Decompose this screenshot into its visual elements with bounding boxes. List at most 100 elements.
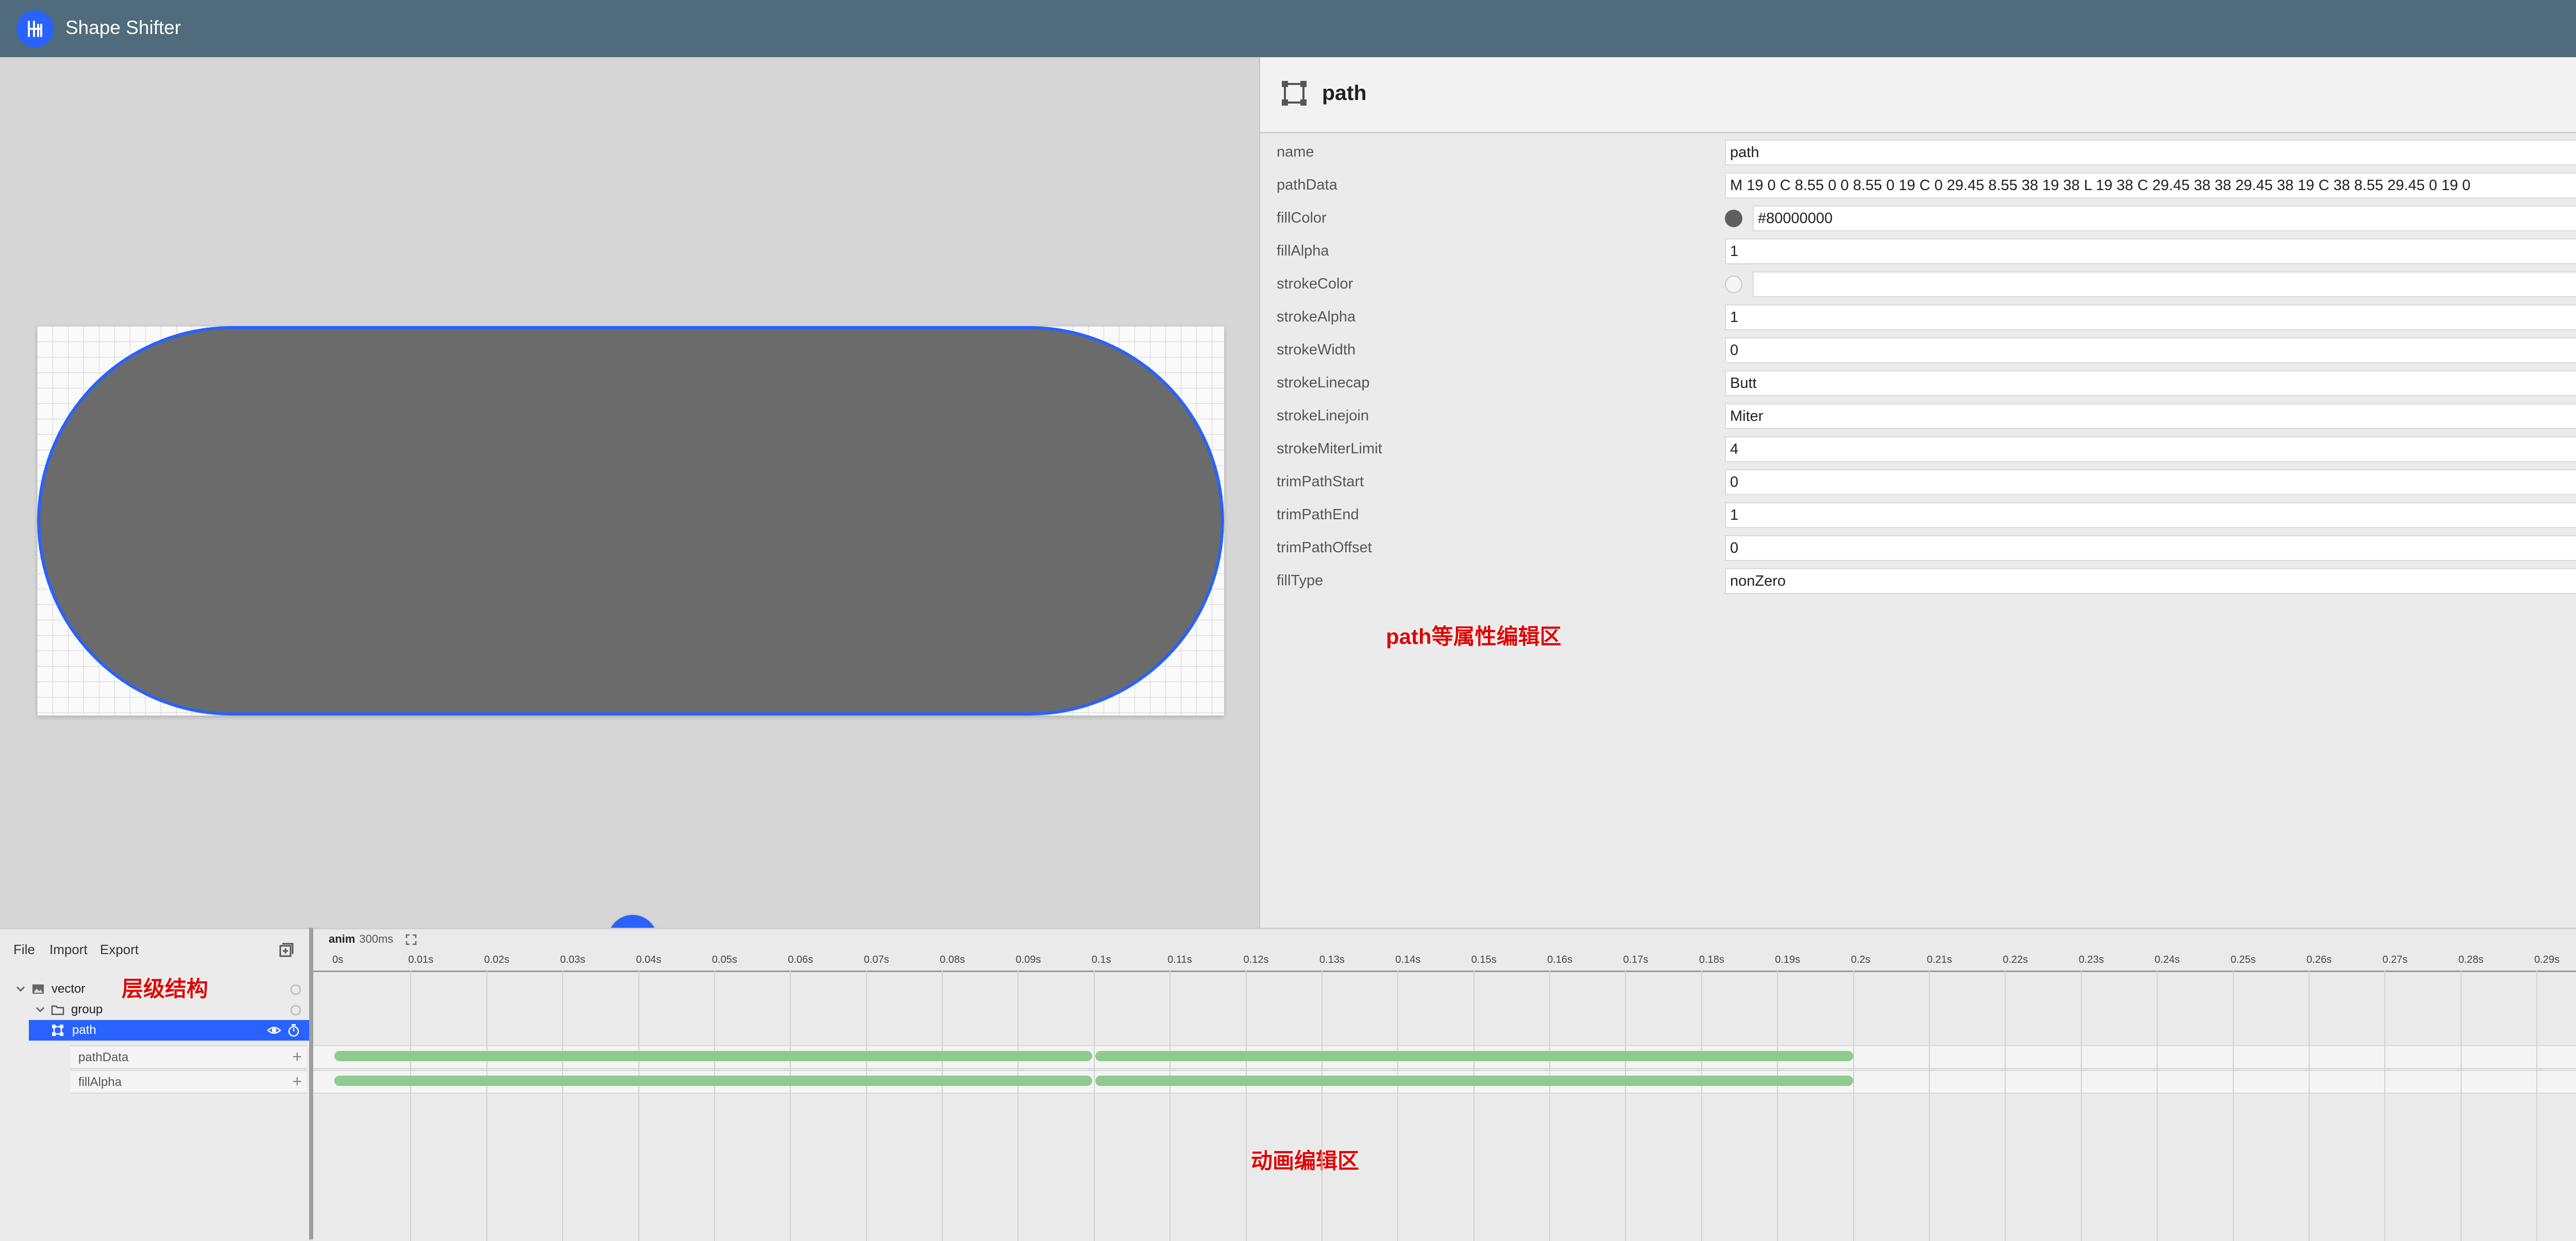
property-input[interactable]: M 19 0 C 8.55 0 0 8.55 0 19 C 0 29.45 8.… bbox=[1725, 173, 2576, 198]
canvas-area bbox=[0, 57, 1259, 964]
path-icon bbox=[1279, 78, 1310, 109]
add-keyframe-icon[interactable]: + bbox=[292, 1072, 302, 1091]
animated-property-fillalpha[interactable]: fillAlpha + bbox=[70, 1070, 307, 1094]
export-menu[interactable]: Export bbox=[100, 942, 139, 958]
fullscreen-icon[interactable] bbox=[405, 933, 417, 946]
property-input[interactable]: 1 bbox=[1725, 502, 2576, 528]
tick-label: 0.22s bbox=[2003, 954, 2028, 965]
grid-line bbox=[1093, 971, 1095, 1241]
import-menu[interactable]: Import bbox=[49, 942, 88, 958]
path-shape[interactable] bbox=[37, 326, 1224, 716]
add-keyframe-icon[interactable]: + bbox=[292, 1047, 302, 1066]
grid-line bbox=[1473, 971, 1475, 1241]
property-input[interactable]: 0 bbox=[1725, 469, 2576, 495]
property-select[interactable]: Miter bbox=[1725, 403, 2576, 429]
grid-line bbox=[1853, 971, 1854, 1241]
animation-annotation: 动画编辑区 bbox=[1251, 1149, 1360, 1173]
property-value: 1 bbox=[1730, 309, 1739, 326]
animation-duration: 300ms bbox=[359, 932, 394, 945]
animated-property-pathdata[interactable]: pathData + bbox=[70, 1045, 307, 1069]
animation-block[interactable] bbox=[1095, 1051, 1853, 1061]
property-value: 1 bbox=[1730, 243, 1739, 260]
grid-line bbox=[1397, 971, 1399, 1241]
layers-annotation: 层级结构 bbox=[122, 977, 209, 1001]
property-row-trimpathstart: trimPathStart 0 bbox=[1260, 466, 2576, 499]
add-layer-icon[interactable] bbox=[278, 942, 296, 959]
shape-shifter-logo-icon[interactable] bbox=[16, 10, 54, 47]
property-input[interactable]: 0 bbox=[1725, 535, 2576, 561]
tick-label: 0.08s bbox=[940, 954, 965, 965]
animated-property-label: pathData bbox=[78, 1050, 129, 1064]
property-row-fillcolor: fillColor #80000000 bbox=[1260, 202, 2576, 235]
property-input[interactable]: path bbox=[1725, 140, 2576, 165]
time-ruler[interactable]: 0s 0.01s 0.02s 0.03s 0.04s 0.05s 0.06s 0.07s 0.0… bbox=[313, 950, 2576, 972]
grid-line bbox=[1321, 971, 1323, 1241]
property-row-strokelinejoin: strokeLinejoin Miter bbox=[1260, 400, 2576, 433]
grid-line bbox=[1928, 971, 1930, 1241]
app-toolbar: Shape Shifter bbox=[0, 0, 2576, 57]
layer-row-path[interactable]: path bbox=[29, 1020, 309, 1041]
property-row-pathdata: pathData M 19 0 C 8.55 0 0 8.55 0 19 C 0 … bbox=[1260, 169, 2576, 202]
grid-line bbox=[1170, 971, 1171, 1241]
grid-line bbox=[1625, 971, 1626, 1241]
grid-line bbox=[2080, 971, 2082, 1241]
layer-label-group: group bbox=[71, 1002, 103, 1016]
property-select[interactable]: nonZero bbox=[1725, 568, 2576, 594]
timer-icon[interactable] bbox=[286, 1023, 301, 1038]
tick-label: 0.13s bbox=[1319, 954, 1345, 965]
properties-annotation: path等属性编辑区 bbox=[1386, 624, 1562, 649]
grid-line bbox=[866, 971, 867, 1241]
tick-label: 0.26s bbox=[2306, 954, 2332, 965]
grid-line bbox=[2005, 971, 2006, 1241]
tick-label: 0.09s bbox=[1015, 954, 1041, 965]
property-row-trimpathoffset: trimPathOffset 0 bbox=[1260, 532, 2576, 565]
visibility-icon[interactable] bbox=[267, 1023, 281, 1038]
tick-label: 0.15s bbox=[1471, 954, 1497, 965]
timeline-divider[interactable] bbox=[309, 928, 313, 1239]
tick-label: 0.21s bbox=[1926, 954, 1952, 965]
property-value: 0 bbox=[1730, 342, 1739, 359]
property-label: strokeColor bbox=[1277, 276, 1353, 292]
animation-block[interactable] bbox=[1095, 1076, 1853, 1086]
timeline-panel: anim 300ms 0s 0.01s 0.02s 0.03s 0.04s 0.05s 0.0… bbox=[313, 928, 2576, 1241]
property-value: Butt bbox=[1730, 375, 1757, 392]
color-swatch[interactable] bbox=[1725, 276, 1742, 293]
property-input[interactable]: 1 bbox=[1725, 304, 2576, 330]
grid-line bbox=[2157, 971, 2158, 1241]
path-icon bbox=[52, 1025, 63, 1036]
tick-label: 0.16s bbox=[1547, 954, 1573, 965]
color-swatch[interactable] bbox=[1725, 210, 1742, 227]
tick-label: 0.25s bbox=[2230, 954, 2256, 965]
animation-header[interactable]: anim 300ms bbox=[329, 932, 393, 946]
animated-property-label: fillAlpha bbox=[78, 1075, 122, 1089]
property-row-strokewidth: strokeWidth 0 bbox=[1260, 334, 2576, 367]
property-select[interactable]: Butt bbox=[1725, 370, 2576, 396]
property-value: nonZero bbox=[1730, 573, 1786, 589]
property-row-fillalpha: fillAlpha 1 bbox=[1260, 235, 2576, 268]
property-value: path bbox=[1730, 144, 1759, 161]
timer-icon bbox=[290, 984, 301, 995]
property-input[interactable]: 0 bbox=[1725, 337, 2576, 363]
property-value: #80000000 bbox=[1758, 210, 1833, 227]
properties-header: path bbox=[1260, 57, 2576, 133]
tick-label: 0.1s bbox=[1091, 954, 1111, 965]
grid-line bbox=[2460, 971, 2462, 1241]
property-input[interactable]: #80000000 bbox=[1753, 206, 2576, 231]
layer-label-vector: vector bbox=[52, 982, 86, 996]
grid-line bbox=[1245, 971, 1247, 1241]
file-menu[interactable]: File bbox=[13, 942, 35, 958]
tick-label: 0.14s bbox=[1395, 954, 1421, 965]
animation-block[interactable] bbox=[334, 1051, 1092, 1061]
animation-block[interactable] bbox=[334, 1076, 1092, 1086]
tick-label: 0.29s bbox=[2534, 954, 2560, 965]
animation-name: anim bbox=[329, 932, 355, 945]
property-label: trimPathEnd bbox=[1277, 506, 1359, 523]
property-value: 0 bbox=[1730, 540, 1739, 556]
artboard[interactable] bbox=[37, 326, 1224, 716]
grid-line bbox=[1018, 971, 1019, 1241]
property-input[interactable] bbox=[1753, 271, 2576, 297]
property-input[interactable]: 1 bbox=[1725, 239, 2576, 264]
property-input[interactable]: 4 bbox=[1725, 436, 2576, 462]
grid-line bbox=[2308, 971, 2310, 1241]
app-title: Shape Shifter bbox=[65, 17, 181, 38]
